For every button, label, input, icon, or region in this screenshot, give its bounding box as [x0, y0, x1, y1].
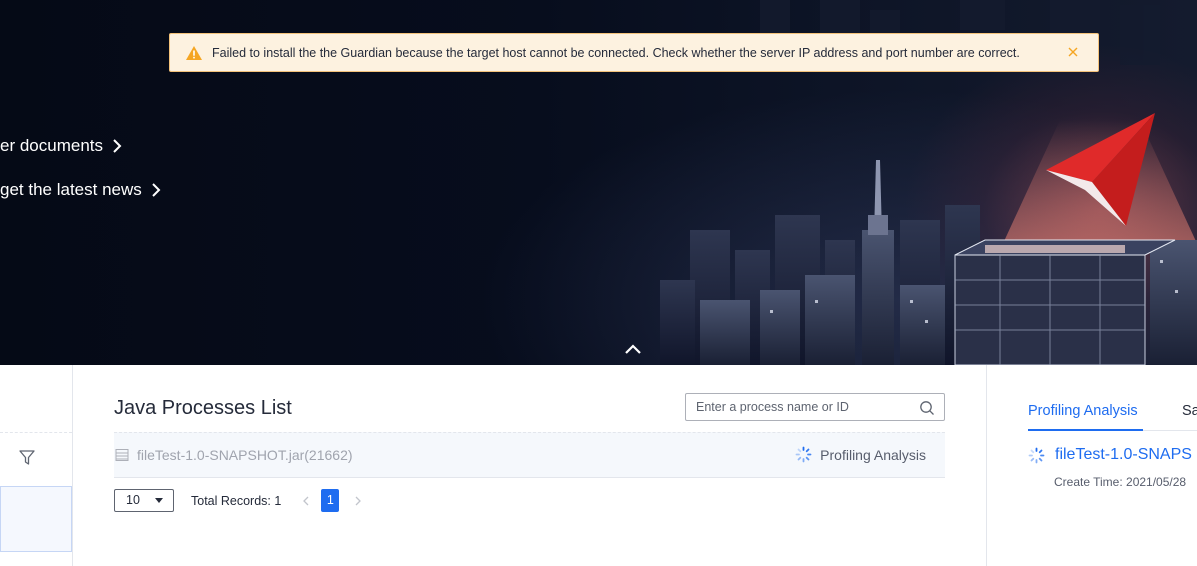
loading-spinner-icon: [1028, 447, 1045, 463]
left-panel: [0, 365, 73, 566]
search-icon[interactable]: [919, 400, 935, 416]
tab-sampling[interactable]: Sa: [1182, 403, 1197, 419]
process-name: fileTest-1.0-SNAPSHOT.jar(21662): [137, 447, 353, 463]
search-input[interactable]: [686, 394, 906, 420]
process-status[interactable]: Profiling Analysis: [795, 446, 926, 463]
java-processes-panel: Java Processes List fileTest-1.0-SNAPSHO…: [74, 365, 986, 566]
documents-link[interactable]: er documents: [0, 136, 122, 156]
error-alert: Failed to install the the Guardian becau…: [169, 33, 1099, 72]
chevron-right-icon: [113, 139, 122, 153]
chevron-right-icon[interactable]: [353, 495, 363, 507]
table-row[interactable]: fileTest-1.0-SNAPSHOT.jar(21662) Profili…: [114, 432, 945, 478]
task-panel: Profiling Analysis Sa fileTest-1.0-SNAPS…: [986, 365, 1197, 566]
chevron-up-icon[interactable]: [624, 342, 642, 356]
search-box: [685, 393, 945, 421]
caret-down-icon: [155, 498, 163, 503]
page-size-select[interactable]: 10: [114, 489, 174, 512]
documents-link-label: er documents: [0, 136, 103, 155]
task-create-time: Create Time: 2021/05/28: [1054, 475, 1187, 489]
divider: [0, 432, 72, 433]
total-records: Total Records: 1: [191, 493, 282, 508]
selected-list-item[interactable]: [0, 486, 72, 552]
chevron-right-icon: [152, 183, 161, 197]
news-link[interactable]: get the latest news: [0, 180, 161, 200]
task-name: fileTest-1.0-SNAPS: [1055, 446, 1192, 463]
page-title: Java Processes List: [114, 397, 292, 419]
tab-profiling-analysis[interactable]: Profiling Analysis: [1028, 403, 1138, 419]
document-icon: [115, 449, 129, 461]
filter-icon[interactable]: [18, 448, 36, 466]
active-tab-indicator: [1028, 429, 1143, 431]
loading-spinner-icon: [795, 446, 812, 463]
warning-icon: [186, 45, 202, 60]
pagination: 10 Total Records: 1 1: [114, 489, 363, 512]
task-item[interactable]: fileTest-1.0-SNAPS: [1028, 446, 1192, 464]
news-link-label: get the latest news: [0, 180, 142, 199]
alert-message: Failed to install the the Guardian becau…: [212, 45, 1020, 60]
page-number-current[interactable]: 1: [321, 489, 340, 512]
chevron-left-icon[interactable]: [301, 495, 311, 507]
page-size-value: 10: [126, 493, 140, 507]
close-icon[interactable]: [1066, 45, 1080, 59]
process-status-label: Profiling Analysis: [820, 446, 926, 463]
